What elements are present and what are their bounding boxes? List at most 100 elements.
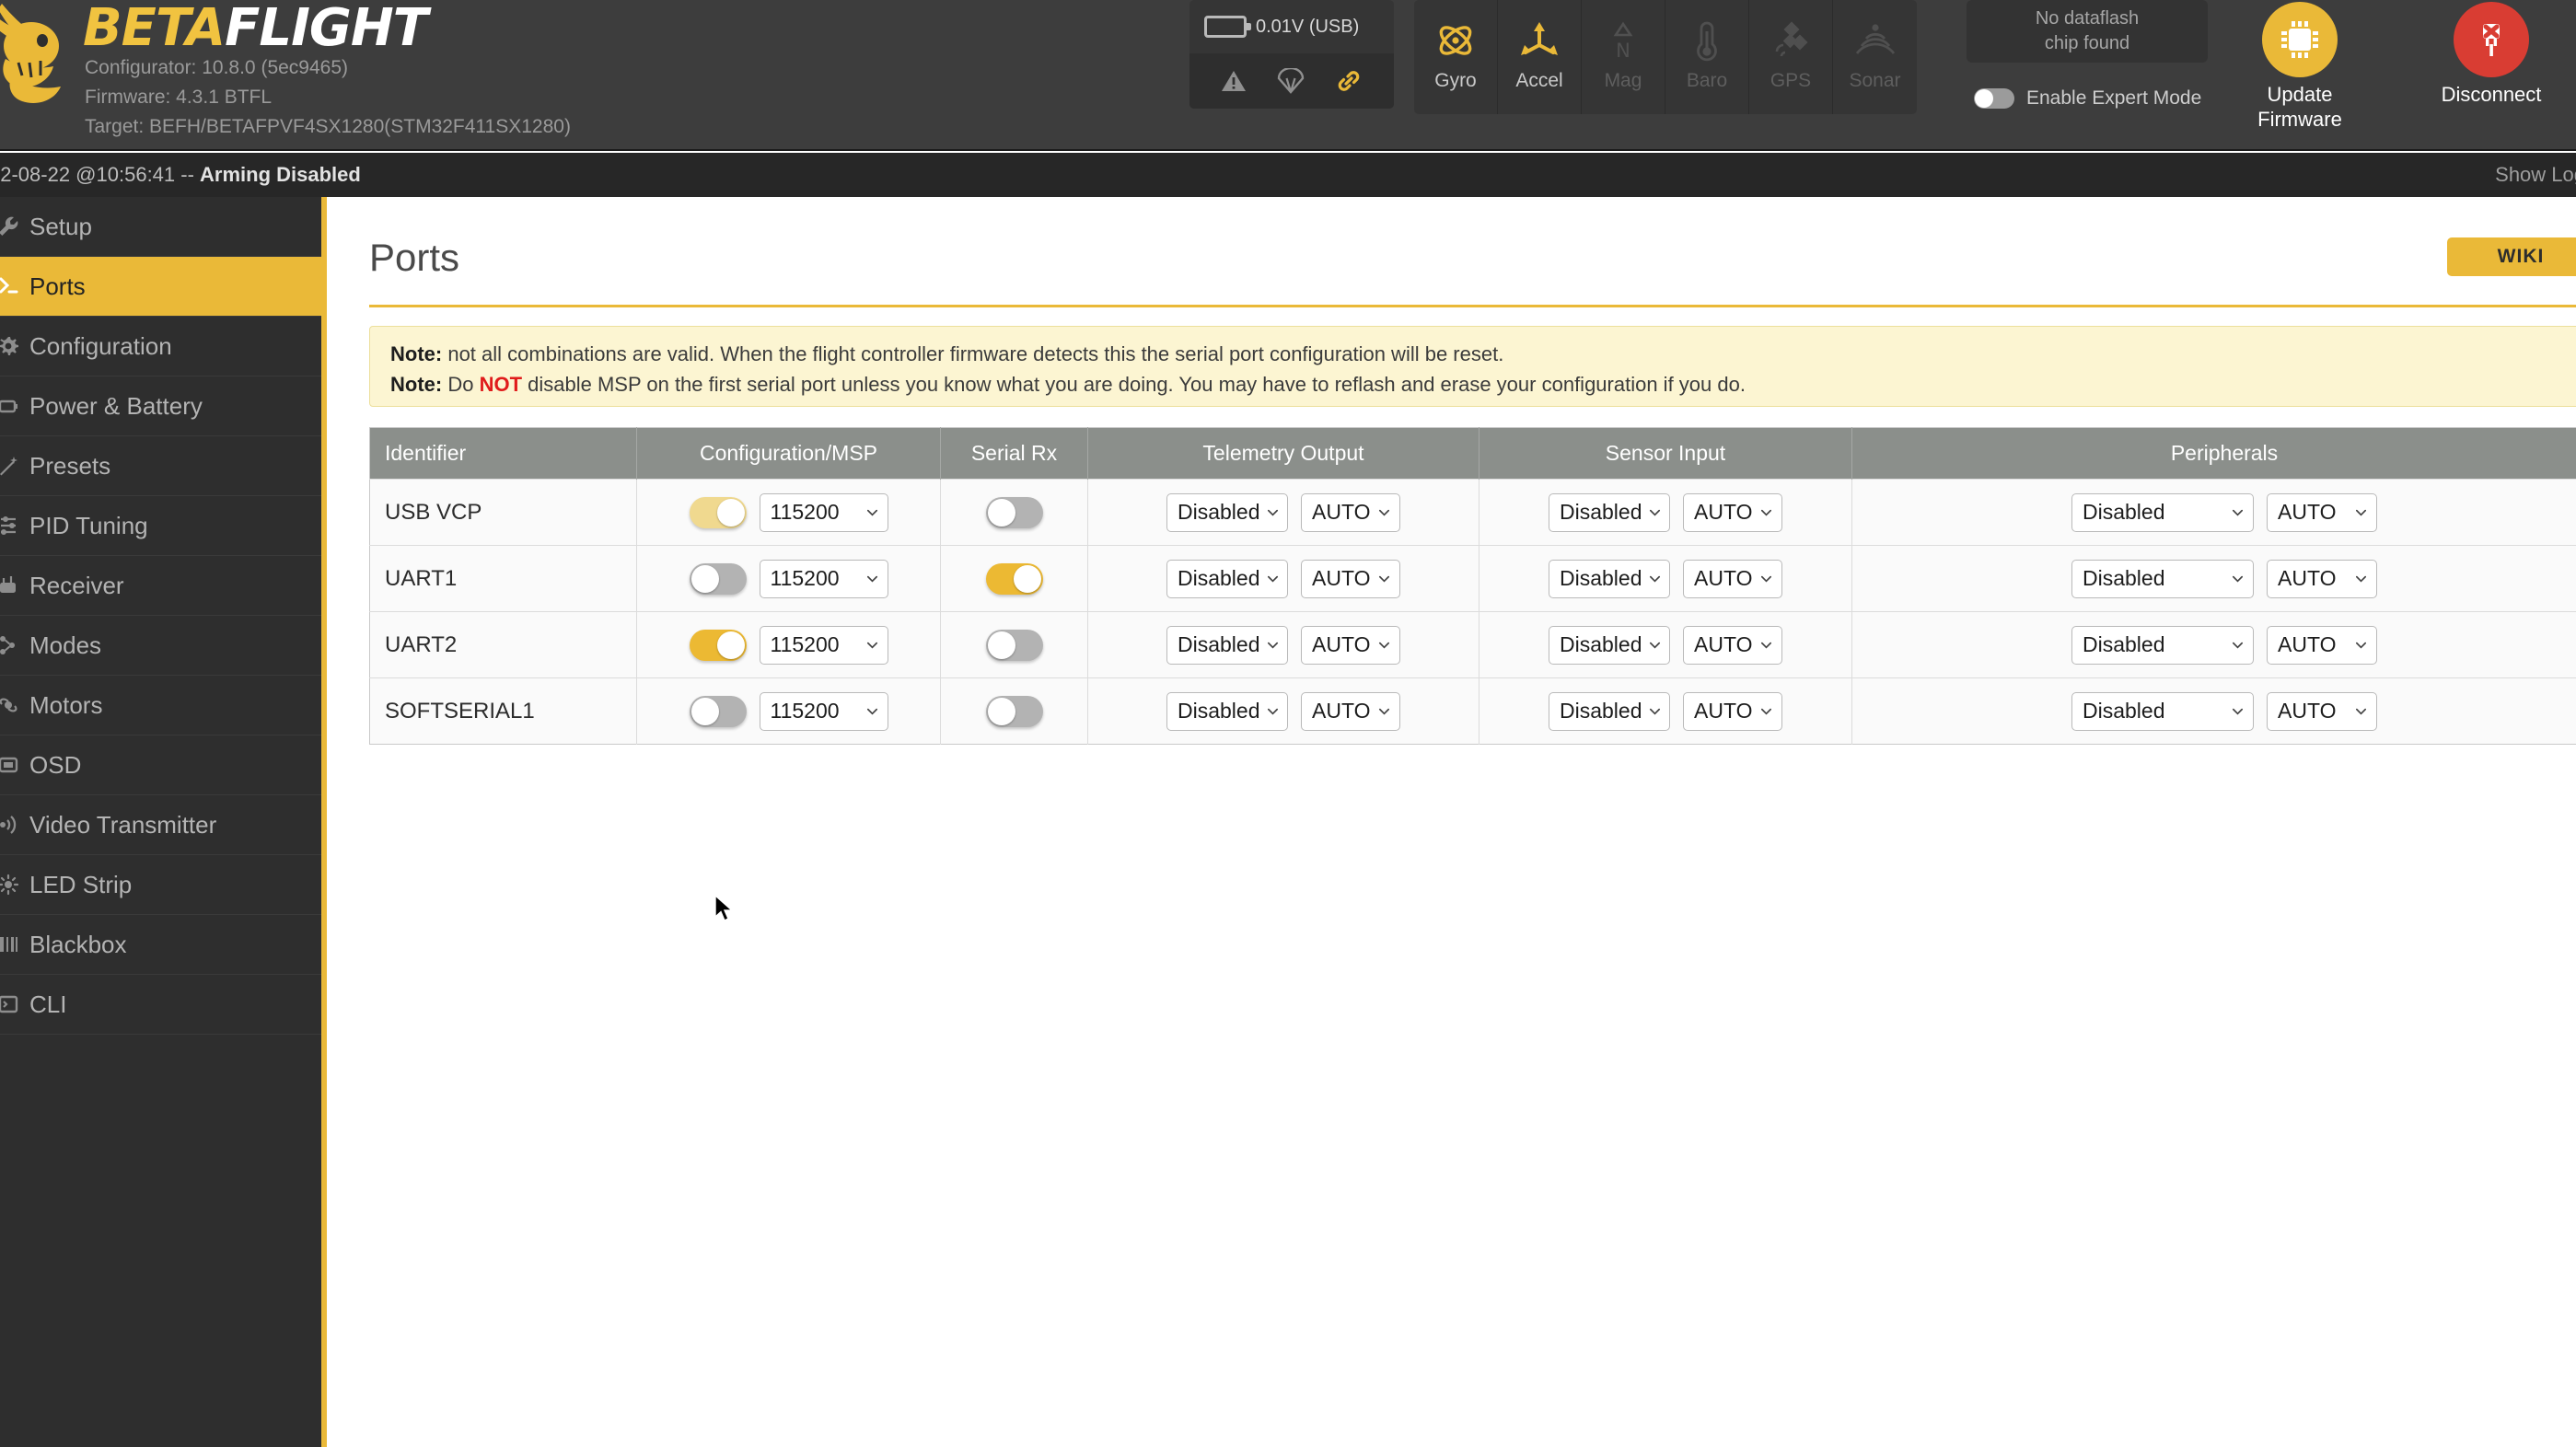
baud-select[interactable]: 115200 [759,492,888,532]
baud-select[interactable]: 115200 [759,625,888,665]
msp-toggle[interactable] [689,496,747,528]
gyro-icon [1433,15,1478,66]
telemetry-baud-select-value: AUTO [1312,699,1371,723]
sensor-baud-select[interactable]: AUTO [1683,691,1782,731]
sidebar-item-label: Presets [29,451,111,480]
battery-icon [1204,16,1251,38]
ports-table: Identifier Configuration/MSP Serial Rx T… [369,427,2576,745]
sidebar-item-label: Receiver [29,571,124,599]
chevron-down-icon [2232,642,2244,649]
peripherals-baud-select[interactable]: AUTO [2267,691,2377,731]
serial-rx-toggle[interactable] [985,562,1043,595]
peripherals-select[interactable]: Disabled [2071,625,2254,665]
telemetry-output-select-value: Disabled [1178,566,1260,590]
peripherals-baud-select[interactable]: AUTO [2267,559,2377,598]
sidebar-item-cli[interactable]: CLI [0,975,321,1035]
telemetry-baud-select[interactable]: AUTO [1301,559,1400,598]
column-serial-rx: Serial Rx [940,427,1088,480]
page-title: Ports [369,236,460,279]
sidebar-item-modes[interactable]: Modes [0,616,321,676]
status-timestamp: 22-08-22 @10:56:41 -- [0,163,201,186]
serial-rx-toggle[interactable] [985,496,1043,528]
blackbox-icon [0,932,20,956]
peripherals-select[interactable]: Disabled [2071,559,2254,598]
telemetry-baud-select[interactable]: AUTO [1301,625,1400,665]
update-firmware-button[interactable]: Update Firmware [2248,2,2351,132]
receiver-icon [0,573,20,597]
telemetry-output-select[interactable]: Disabled [1166,691,1288,731]
battery-voltage-label: 0.01V (USB) [1256,16,1360,37]
sidebar-item-configuration[interactable]: Configuration [0,317,321,376]
chevron-down-icon [1378,509,1390,516]
chevron-down-icon [1760,708,1772,715]
table-header-row: Identifier Configuration/MSP Serial Rx T… [369,427,2576,480]
baro-icon [1688,15,1726,66]
sidebar-item-blackbox[interactable]: Blackbox [0,915,321,975]
expert-mode-toggle[interactable]: Enable Expert Mode [1974,87,2201,110]
peripherals-select[interactable]: Disabled [2071,691,2254,731]
msp-toggle[interactable] [689,562,747,595]
chevron-down-icon [1760,509,1772,516]
betaflight-configurator-window: BETAFLIGHT Configurator: 10.8.0 (5ec9465… [0,0,2576,1447]
sensor-baro-label: Baro [1686,70,1728,91]
disconnect-label: Disconnect [2441,83,2542,106]
sensor-input-select[interactable]: Disabled [1549,625,1670,665]
sidebar-item-power-battery[interactable]: Power & Battery [0,376,321,436]
link-icon [1338,71,1359,91]
sidebar-item-label: OSD [29,750,82,779]
telemetry-output-select[interactable]: Disabled [1166,559,1288,598]
expert-mode-switch[interactable] [1974,88,2014,109]
note2-emphasis: NOT [479,373,523,396]
msp-toggle[interactable] [689,695,747,727]
show-log-button[interactable]: Show Log [2495,163,2576,187]
telemetry-output-select[interactable]: Disabled [1166,625,1288,665]
sensor-input-select[interactable]: Disabled [1549,559,1670,598]
sensor-gyro: Gyro [1414,0,1498,114]
sidebar-item-ports[interactable]: Ports [0,257,321,317]
serial-rx-toggle[interactable] [985,629,1043,661]
sensor-input-select-value: Disabled [1560,566,1642,590]
peripherals-baud-select[interactable]: AUTO [2267,625,2377,665]
baud-select[interactable]: 115200 [759,691,888,731]
note2-text-b: disable MSP on the first serial port unl… [522,373,1746,396]
parachute-icon [1277,68,1305,94]
brand-title: BETAFLIGHT [83,0,428,57]
sensor-gyro-label: Gyro [1434,70,1477,91]
chevron-down-icon [1760,575,1772,583]
disconnect-button[interactable]: Disconnect [2440,2,2543,107]
telemetry-baud-select-value: AUTO [1312,566,1371,590]
peripherals-baud-select-value: AUTO [2278,699,2337,723]
sidebar-item-osd[interactable]: OSD [0,735,321,795]
wiki-button[interactable]: WIKI [2447,237,2576,276]
chevron-down-icon [2355,509,2367,516]
mouse-cursor [714,895,734,921]
sidebar-item-setup[interactable]: Setup [0,197,321,257]
sidebar-item-led-strip[interactable]: LED Strip [0,855,321,915]
telemetry-baud-select[interactable]: AUTO [1301,492,1400,532]
peripherals-select[interactable]: Disabled [2071,492,2254,532]
sidebar-item-motors[interactable]: Motors [0,676,321,735]
msp-toggle[interactable] [689,629,747,661]
sensor-baud-select[interactable]: AUTO [1683,492,1782,532]
chevron-down-icon [1649,575,1660,583]
sidebar-item-presets[interactable]: Presets [0,436,321,496]
baud-select[interactable]: 115200 [759,559,888,598]
sensor-baud-select[interactable]: AUTO [1683,625,1782,665]
chevron-down-icon [1649,708,1660,715]
sensor-input-select[interactable]: Disabled [1549,492,1670,532]
sidebar-item-pid-tuning[interactable]: PID Tuning [0,496,321,556]
telemetry-baud-select[interactable]: AUTO [1301,691,1400,731]
sidebar-item-receiver[interactable]: Receiver [0,556,321,616]
sensor-baud-select[interactable]: AUTO [1683,559,1782,598]
sidebar-item-video-transmitter[interactable]: Video Transmitter [0,795,321,855]
peripherals-baud-select[interactable]: AUTO [2267,492,2377,532]
peripherals-baud-select-value: AUTO [2278,566,2337,590]
chevron-down-icon [1378,642,1390,649]
serial-rx-toggle[interactable] [985,695,1043,727]
sidebar-item-label: LED Strip [29,870,133,898]
sensor-input-select[interactable]: Disabled [1549,691,1670,731]
port-identifier: UART1 [369,545,637,612]
chevron-down-icon [2232,708,2244,715]
column-identifier: Identifier [369,427,637,480]
telemetry-output-select[interactable]: Disabled [1166,492,1288,532]
